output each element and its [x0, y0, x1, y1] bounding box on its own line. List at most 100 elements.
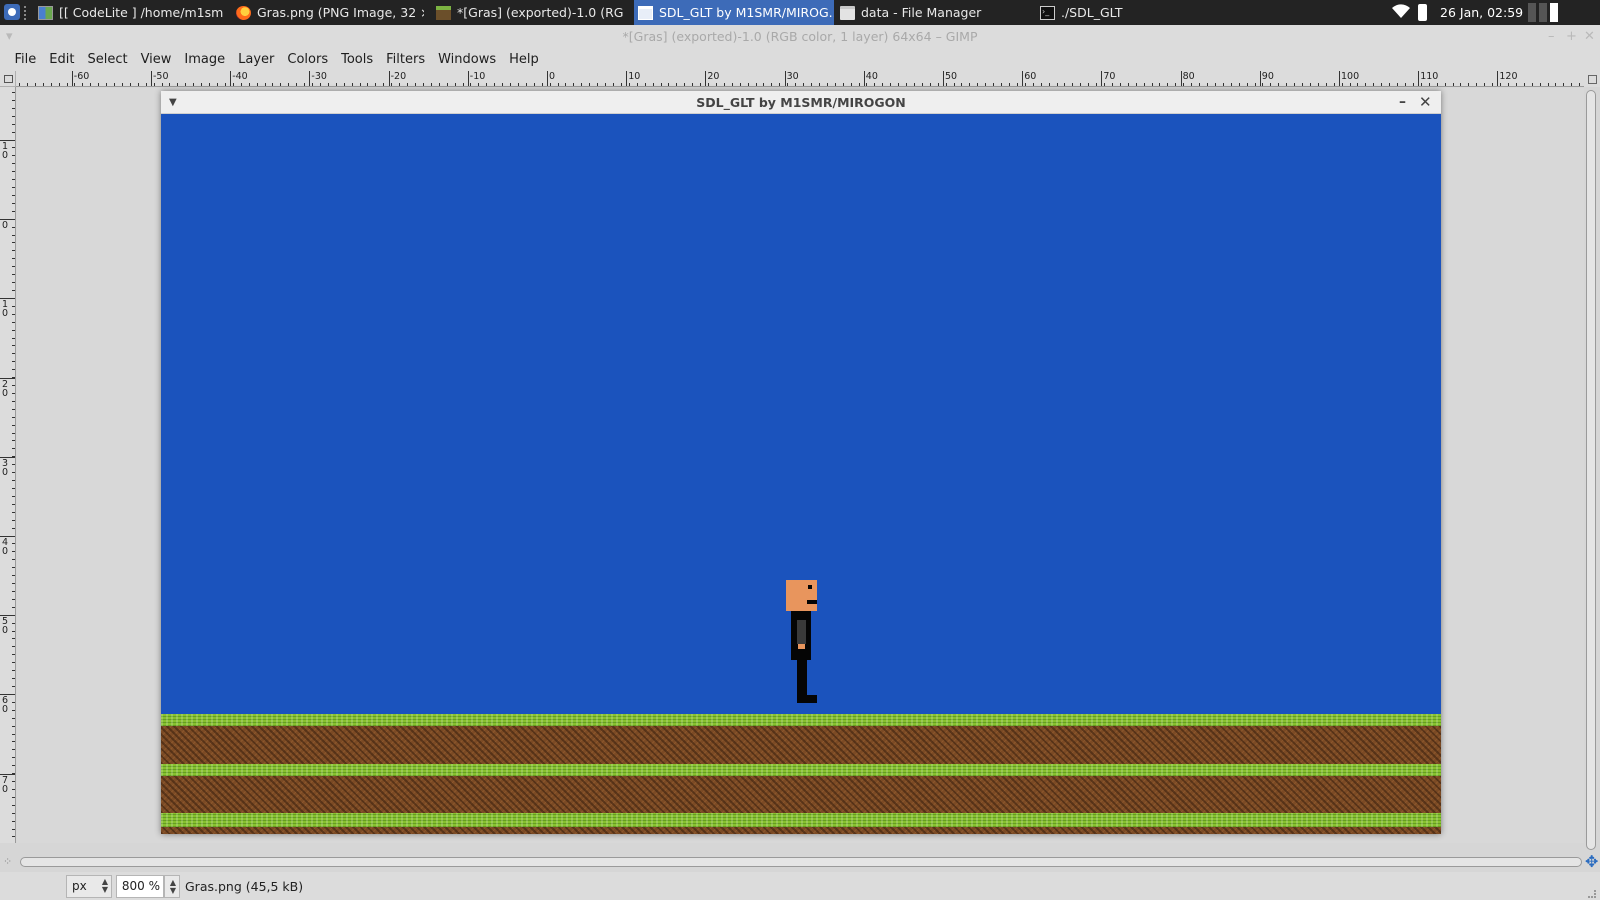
clock[interactable]: 26 Jan, 02:59 — [1440, 0, 1523, 25]
ruler-minor-tick — [12, 821, 15, 822]
ruler-label: 1 0 — [2, 141, 9, 161]
ruler-minor-tick — [12, 757, 15, 758]
ruler-minor-tick — [82, 83, 83, 86]
ruler-minor-tick — [12, 306, 15, 307]
ruler-minor-tick — [12, 662, 15, 663]
close-icon[interactable]: ✕ — [1584, 25, 1595, 49]
ruler-minor-tick — [700, 83, 701, 86]
ruler-minor-tick — [162, 83, 163, 86]
ruler-minor-tick — [12, 377, 15, 378]
ruler-minor-tick — [12, 171, 15, 172]
ruler-minor-tick — [12, 425, 15, 426]
window-menu-icon[interactable]: ▼ — [169, 91, 177, 114]
horizontal-scrollbar[interactable] — [20, 857, 1582, 867]
battery-icon[interactable] — [1418, 4, 1427, 21]
ruler-minor-tick — [154, 83, 155, 86]
ruler-minor-tick — [1120, 83, 1121, 86]
taskbar-item-gimp[interactable]: *[Gras] (exported)-1.0 (RGB ... — [432, 0, 624, 25]
ruler-minor-tick — [906, 83, 907, 86]
ruler-minor-tick — [12, 361, 15, 362]
ruler-minor-tick — [114, 83, 115, 86]
menu-file[interactable]: File — [8, 49, 43, 71]
ruler-minor-tick — [447, 83, 448, 86]
ruler-minor-tick — [383, 83, 384, 86]
ruler-minor-tick — [12, 607, 15, 608]
minimize-icon[interactable]: – — [1548, 25, 1555, 49]
menu-layer[interactable]: Layer — [232, 49, 281, 71]
menu-help[interactable]: Help — [503, 49, 546, 71]
wifi-icon[interactable] — [1390, 3, 1412, 21]
ruler-minor-tick — [12, 282, 15, 283]
ruler-minor-tick — [12, 591, 15, 592]
resize-grip-icon[interactable] — [1588, 890, 1596, 898]
menu-view[interactable]: View — [134, 49, 178, 71]
ruler-minor-tick — [1096, 83, 1097, 86]
ruler-major-tick — [784, 71, 786, 86]
ruler-label: 10 — [628, 71, 641, 82]
vertical-ruler[interactable]: 1 0 0 1 0 2 0 3 0 4 0 5 0 6 0 7 0 — [0, 87, 16, 843]
ruler-minor-tick — [138, 83, 139, 86]
window-menu-icon[interactable]: ▾ — [6, 25, 13, 49]
zoom-image-when-window-size-changes-icon[interactable] — [1584, 71, 1600, 87]
ruler-label: 60 — [1024, 71, 1037, 82]
taskbar-item-terminal[interactable]: ›_ ./SDL_GLT — [1036, 0, 1226, 25]
ruler-minor-tick — [985, 83, 986, 86]
horizontal-ruler[interactable]: -60 -50 -40 -30 -20 -10 0 10 20 30 40 50 60 70 80 90 100… — [16, 71, 1584, 87]
taskbar-item-codelite[interactable]: [[ CodeLite ] /home/m1smr/... — [34, 0, 224, 25]
app-launcher-icon[interactable] — [4, 4, 20, 20]
minimize-icon[interactable]: – — [1399, 91, 1406, 114]
workspace-1[interactable] — [1528, 3, 1536, 22]
menu-windows[interactable]: Windows — [432, 49, 503, 71]
ruler-major-tick — [1101, 71, 1103, 86]
menu-select[interactable]: Select — [81, 49, 134, 71]
taskbar-item-sdl-glt[interactable]: SDL_GLT by M1SMR/MIROG... — [634, 0, 834, 25]
maximize-icon[interactable]: + — [1566, 25, 1577, 49]
workspace-3[interactable] — [1550, 3, 1558, 22]
ruler-minor-tick — [12, 543, 15, 544]
vertical-scrollbar[interactable] — [1586, 90, 1596, 850]
ruler-minor-tick — [724, 83, 725, 86]
ruler-minor-tick — [1239, 83, 1240, 86]
ruler-major-tick — [151, 71, 152, 86]
ruler-label: 6 0 — [2, 695, 9, 716]
menu-edit[interactable]: Edit — [43, 49, 81, 71]
dirt-strip — [161, 827, 1441, 834]
menu-colors[interactable]: Colors — [281, 49, 335, 71]
navigate-icon[interactable]: ✥ — [1585, 852, 1598, 871]
quick-mask-toggle[interactable] — [0, 71, 16, 87]
ruler-label: -40 — [232, 71, 248, 82]
menu-filters[interactable]: Filters — [380, 49, 432, 71]
gimp-icon — [436, 5, 451, 20]
ruler-minor-tick — [1357, 83, 1358, 86]
game-viewport[interactable] — [161, 114, 1441, 834]
ruler-minor-tick — [1555, 83, 1556, 86]
unit-select[interactable]: px ▲ ▼ — [66, 875, 112, 898]
workspace-2[interactable] — [1539, 3, 1547, 22]
ruler-minor-tick — [637, 83, 638, 86]
ruler-minor-tick — [12, 330, 15, 331]
zoom-input[interactable]: 800 % — [116, 875, 164, 898]
ruler-label: -60 — [73, 71, 90, 82]
taskbar-item-file-manager[interactable]: data - File Manager — [836, 0, 1026, 25]
gimp-window-titlebar: ▾ *[Gras] (exported)-1.0 (RGB color, 1 l… — [0, 25, 1600, 49]
ruler-minor-tick — [1009, 83, 1010, 86]
ruler-minor-tick — [12, 298, 15, 299]
ruler-minor-tick — [1524, 83, 1525, 86]
ruler-label: 40 — [865, 71, 878, 82]
menu-tools[interactable]: Tools — [335, 49, 380, 71]
zoom-dropdown[interactable]: ▲ ▼ — [164, 875, 180, 898]
ruler-minor-tick — [12, 147, 15, 148]
pointer-icon[interactable]: ⁘ — [3, 855, 12, 868]
ruler-minor-tick — [12, 409, 15, 410]
ruler-minor-tick — [542, 83, 543, 86]
ruler-minor-tick — [12, 242, 15, 243]
taskbar-item-firefox[interactable]: Gras.png (PNG Image, 32 × ... — [232, 0, 424, 25]
ruler-minor-tick — [510, 83, 511, 86]
workspace-pager[interactable] — [1528, 3, 1558, 22]
sdl-window-titlebar[interactable]: ▼ SDL_GLT by M1SMR/MIROGON – ✕ — [161, 91, 1441, 114]
close-icon[interactable]: ✕ — [1419, 91, 1432, 114]
menu-image[interactable]: Image — [178, 49, 232, 71]
ruler-minor-tick — [819, 83, 820, 86]
ruler-minor-tick — [470, 83, 471, 86]
ruler-minor-tick — [288, 83, 289, 86]
